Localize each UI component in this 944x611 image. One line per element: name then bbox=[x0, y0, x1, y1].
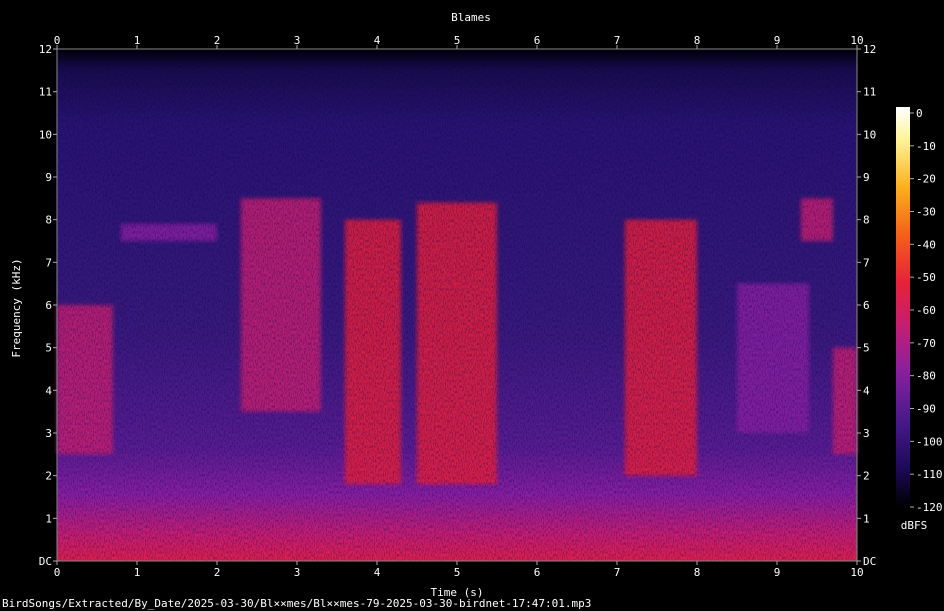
y-tick-left-label-9: 9 bbox=[45, 171, 52, 184]
y-tick-right-label-8: 8 bbox=[863, 214, 870, 227]
colorbar-tick-label-10: -100 bbox=[916, 435, 943, 448]
plot-area bbox=[56, 48, 858, 562]
x-tick-top-label-2: 2 bbox=[214, 34, 221, 47]
x-tick-top-label-3: 3 bbox=[294, 34, 301, 47]
colorbar-tick-label-4: -40 bbox=[916, 238, 936, 251]
x-axis-bottom: 0 1 2 3 4 5 6 7 8 9 10 bbox=[54, 561, 864, 579]
colorbar-tick-label-9: -90 bbox=[916, 403, 936, 416]
colorbar-ticks: 0 -10 -20 -30 -40 -50 -60 -70 -80 -90 -100 -110 -120 bbox=[910, 107, 943, 514]
colorbar-label: dBFS bbox=[901, 519, 928, 532]
colorbar-tick-label-7: -70 bbox=[916, 337, 936, 350]
x-tick-bottom-label-1: 1 bbox=[134, 566, 141, 579]
y-tick-left-label-0: DC bbox=[39, 555, 52, 568]
y-tick-left-label-5: 5 bbox=[45, 342, 52, 355]
colorbar-tick-label-8: -80 bbox=[916, 370, 936, 383]
y-tick-right-label-7: 7 bbox=[863, 256, 870, 269]
y-tick-right-label-11: 11 bbox=[863, 86, 876, 99]
chart-title: Blames bbox=[451, 11, 491, 24]
x-tick-bottom-label-0: 0 bbox=[54, 566, 61, 579]
colorbar-tick-label-6: -60 bbox=[916, 304, 936, 317]
colorbar-tick-label-12: -120 bbox=[916, 501, 943, 514]
y-tick-right-label-4: 4 bbox=[863, 384, 870, 397]
y-tick-right-label-6: 6 bbox=[863, 299, 870, 312]
x-tick-bottom-label-10: 10 bbox=[850, 566, 863, 579]
y-tick-right-label-12: 12 bbox=[863, 43, 876, 56]
x-tick-bottom-label-7: 7 bbox=[614, 566, 621, 579]
colorbar-tick-label-0: 0 bbox=[916, 107, 923, 120]
x-tick-top-label-4: 4 bbox=[374, 34, 381, 47]
y-tick-left-label-2: 2 bbox=[45, 470, 52, 483]
colorbar-tick-label-5: -50 bbox=[916, 271, 936, 284]
y-tick-left-label-4: 4 bbox=[45, 384, 52, 397]
y-tick-right-label-0: DC bbox=[863, 555, 876, 568]
colorbar-tick-label-3: -30 bbox=[916, 206, 936, 219]
colorbar-tick-label-2: -20 bbox=[916, 173, 936, 186]
colorbar-gradient bbox=[896, 107, 910, 507]
y-tick-right-label-9: 9 bbox=[863, 171, 870, 184]
y-axis-label: Frequency (kHz) bbox=[10, 258, 23, 357]
y-tick-right-label-10: 10 bbox=[863, 128, 876, 141]
x-tick-top-label-1: 1 bbox=[134, 34, 141, 47]
colorbar: 0 -10 -20 -30 -40 -50 -60 -70 -80 -90 -100 -110 -120… bbox=[896, 107, 943, 532]
x-tick-top-label-5: 5 bbox=[454, 34, 461, 47]
x-tick-bottom-label-3: 3 bbox=[294, 566, 301, 579]
x-tick-bottom-label-8: 8 bbox=[694, 566, 701, 579]
x-tick-bottom-label-6: 6 bbox=[534, 566, 541, 579]
y-tick-right-label-1: 1 bbox=[863, 512, 870, 525]
x-tick-top-label-7: 7 bbox=[614, 34, 621, 47]
y-tick-right-label-3: 3 bbox=[863, 427, 870, 440]
y-tick-left-label-3: 3 bbox=[45, 427, 52, 440]
y-tick-left-label-6: 6 bbox=[45, 299, 52, 312]
x-tick-top-label-9: 9 bbox=[774, 34, 781, 47]
y-axis-right: DC123456789101112 bbox=[857, 43, 876, 568]
y-tick-left-label-1: 1 bbox=[45, 512, 52, 525]
x-tick-bottom-label-2: 2 bbox=[214, 566, 221, 579]
y-tick-right-label-5: 5 bbox=[863, 342, 870, 355]
x-tick-top-label-10: 10 bbox=[850, 34, 863, 47]
colorbar-tick-label-11: -110 bbox=[916, 468, 943, 481]
y-tick-left-label-8: 8 bbox=[45, 214, 52, 227]
y-tick-left-label-7: 7 bbox=[45, 256, 52, 269]
y-tick-left-label-11: 11 bbox=[39, 86, 52, 99]
y-tick-left-label-10: 10 bbox=[39, 128, 52, 141]
x-axis-top: 0 1 2 3 4 5 6 7 8 9 10 bbox=[54, 34, 864, 49]
spectrogram-noise bbox=[57, 49, 857, 561]
x-tick-top-label-6: 6 bbox=[534, 34, 541, 47]
y-tick-right-label-2: 2 bbox=[863, 470, 870, 483]
colorbar-tick-label-1: -10 bbox=[916, 140, 936, 153]
file-path-footer: BirdSongs/Extracted/By_Date/2025-03-30/B… bbox=[2, 597, 592, 610]
y-tick-left-label-12: 12 bbox=[39, 43, 52, 56]
y-axis-left: DC123456789101112 bbox=[39, 43, 57, 568]
x-tick-top-label-0: 0 bbox=[54, 34, 61, 47]
spectrogram-chart: 0 1 2 3 4 5 6 7 8 9 10 0 1 2 3 4 5 6 7 8 9 10 DC123456789101… bbox=[10, 11, 943, 599]
x-tick-bottom-label-9: 9 bbox=[774, 566, 781, 579]
x-tick-bottom-label-5: 5 bbox=[454, 566, 461, 579]
x-tick-bottom-label-4: 4 bbox=[374, 566, 381, 579]
x-tick-top-label-8: 8 bbox=[694, 34, 701, 47]
